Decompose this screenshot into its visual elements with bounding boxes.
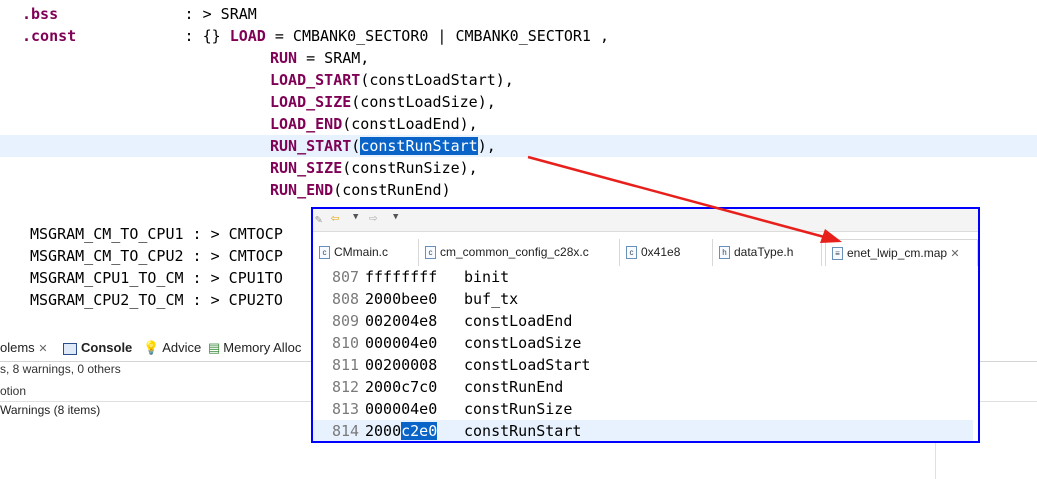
editor-toolbar: ✎ ⇦ ▼ ⇨ ▼ <box>313 209 978 232</box>
problems-summary: s, 8 warnings, 0 others <box>0 362 121 376</box>
code-line: LOAD_END(constLoadEnd), <box>270 115 478 133</box>
tab-cm-common-config[interactable]: c cm_common_config_c28x.c <box>419 239 620 266</box>
code-line: .const : {} LOAD = CMBANK0_SECTOR0 | CMB… <box>22 27 610 45</box>
map-row: 812 2000c7c0 constRunEnd <box>332 378 564 396</box>
console-icon <box>63 342 77 355</box>
tab-memory-allocation[interactable]: ▤ Memory Alloc <box>208 340 301 356</box>
text-file-icon: ≡ <box>832 247 843 261</box>
code-line: LOAD_START(constLoadStart), <box>270 71 514 89</box>
c-file-icon: c <box>319 246 330 260</box>
h-file-icon: h <box>719 246 730 260</box>
c-file-icon: c <box>626 246 637 260</box>
pin-icon: ✎ <box>315 212 323 226</box>
column-header-description[interactable]: otion <box>0 384 26 398</box>
tab-cmmain[interactable]: c CMmain.c <box>313 239 419 266</box>
selected-text[interactable]: constRunStart <box>360 137 478 155</box>
chevron-down-icon[interactable]: ▼ <box>393 212 398 222</box>
code-line: RUN = SRAM, <box>270 49 370 67</box>
tab-datatype[interactable]: h dataType.h <box>713 239 822 266</box>
close-icon[interactable]: ✕ <box>38 343 47 355</box>
tab-address[interactable]: c 0x41e8 <box>620 239 713 266</box>
tab-problems[interactable]: olems ✕ <box>0 340 48 355</box>
lightbulb-icon: 💡 <box>143 340 160 355</box>
tab-advice[interactable]: 💡 Advice <box>143 340 201 356</box>
section-name: .bss <box>22 5 59 23</box>
back-arrow-icon[interactable]: ⇦ <box>331 210 339 226</box>
current-code-line: RUN_START(constRunStart), <box>0 135 1037 157</box>
editor-tabs: c CMmain.c c cm_common_config_c28x.c c 0x41… <box>313 239 978 266</box>
map-row: 809 002004e8 constLoadEnd <box>332 312 573 330</box>
selected-text[interactable]: c2e0 <box>401 422 438 440</box>
code-line: LOAD_SIZE(constLoadSize), <box>270 93 496 111</box>
map-row-current: 814 2000c2e0 constRunStart <box>313 420 973 441</box>
warnings-group[interactable]: Warnings (8 items) <box>0 403 100 417</box>
code-line: .bss : > SRAM <box>22 5 257 23</box>
map-file-editor: ✎ ⇦ ▼ ⇨ ▼ c CMmain.c c cm_common_config_c2… <box>311 207 980 443</box>
map-row: 813 000004e0 constRunSize <box>332 400 573 418</box>
tab-console[interactable]: Console <box>63 340 132 355</box>
map-row: 811 00200008 constLoadStart <box>332 356 591 374</box>
forward-arrow-icon[interactable]: ⇨ <box>369 210 377 226</box>
code-line: RUN_SIZE(constRunSize), <box>270 159 478 177</box>
map-row: 808 2000bee0 buf_tx <box>332 290 519 308</box>
close-icon[interactable]: ✕ <box>950 248 959 260</box>
tab-enet-lwip-map[interactable]: ≡ enet_lwip_cm.map ✕ <box>825 239 978 266</box>
c-file-icon: c <box>425 246 436 260</box>
code-line: RUN_END(constRunEnd) <box>270 181 451 199</box>
map-row: 807 ffffffff binit <box>332 268 510 286</box>
memory-icon: ▤ <box>208 340 221 355</box>
map-row: 810 000004e0 constLoadSize <box>332 334 582 352</box>
chevron-down-icon[interactable]: ▼ <box>353 212 358 222</box>
section-name: .const <box>22 27 77 45</box>
